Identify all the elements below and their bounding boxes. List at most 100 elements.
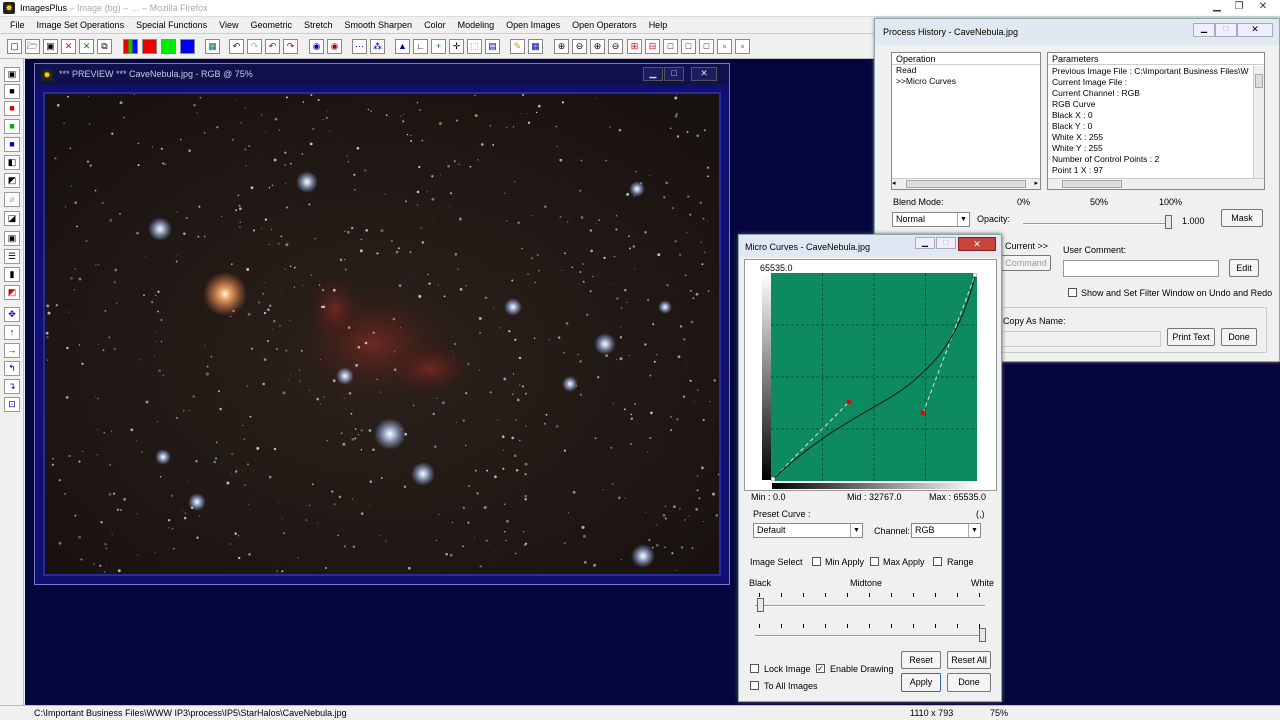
menu-stretch[interactable]: Stretch xyxy=(298,20,339,30)
lock-image-checkbox[interactable] xyxy=(750,664,759,673)
mask-button[interactable]: Mask xyxy=(1221,209,1263,227)
black-point-slider-track[interactable] xyxy=(755,605,985,607)
redo-all-icon[interactable]: ↷ xyxy=(283,39,298,54)
bar-tool-icon[interactable]: ▮ xyxy=(4,267,20,282)
info-tool-icon[interactable]: ⊡ xyxy=(4,397,20,412)
crosshair-icon[interactable]: ✛ xyxy=(449,39,464,54)
move-icon[interactable]: ✥ xyxy=(4,307,20,322)
apply-button[interactable]: Apply xyxy=(901,673,941,692)
menu-special-functions[interactable]: Special Functions xyxy=(130,20,213,30)
selection-icon[interactable]: ▣ xyxy=(4,231,20,246)
channel-select[interactable]: RGB ▼ xyxy=(911,523,981,538)
arrow-right-icon[interactable]: → xyxy=(4,343,20,358)
frame-4-icon[interactable]: ▫ xyxy=(717,39,732,54)
opacity-slider-thumb[interactable] xyxy=(1165,215,1172,229)
curve-graph[interactable] xyxy=(770,272,978,482)
parameters-vscrollbar[interactable] xyxy=(1253,66,1264,178)
opacity-slider-track[interactable] xyxy=(1023,223,1169,225)
preview-minimize-icon[interactable]: ▁ xyxy=(643,67,663,81)
dotted-box-icon[interactable]: ⬚ xyxy=(467,39,482,54)
nebula-image[interactable] xyxy=(43,92,721,576)
zoom-fit-icon[interactable]: ⊕ xyxy=(590,39,605,54)
menu-open-operators[interactable]: Open Operators xyxy=(566,20,643,30)
max-apply-checkbox[interactable] xyxy=(870,557,879,566)
decrease-icon[interactable]: ⊟ xyxy=(645,39,660,54)
preview-title-bar[interactable]: ✸ *** PREVIEW *** CaveNebula.jpg - RGB @… xyxy=(35,64,729,86)
preview-window[interactable]: ✸ *** PREVIEW *** CaveNebula.jpg - RGB @… xyxy=(34,63,730,585)
pencil-icon[interactable]: ✎ xyxy=(510,39,525,54)
menu-geometric[interactable]: Geometric xyxy=(244,20,298,30)
table-icon[interactable]: ▦ xyxy=(528,39,543,54)
curves-close-icon[interactable]: ✕ xyxy=(958,237,996,251)
zoom-actual-icon[interactable]: ⊖ xyxy=(608,39,623,54)
frame-5-icon[interactable]: ▫ xyxy=(735,39,750,54)
redo-disabled-icon[interactable]: ↷ xyxy=(247,39,262,54)
show-filter-checkbox[interactable] xyxy=(1068,288,1077,297)
preset-curve-select[interactable]: Default ▼ xyxy=(753,523,863,538)
reset-button[interactable]: Reset xyxy=(901,651,941,669)
min-apply-checkbox[interactable] xyxy=(812,557,821,566)
parameters-hscrollbar[interactable] xyxy=(1048,178,1264,189)
arrow-up-icon[interactable]: ↑ xyxy=(4,325,20,340)
gradient-icon[interactable]: ◪ xyxy=(4,211,20,226)
menu-open-images[interactable]: Open Images xyxy=(500,20,566,30)
red-mask-icon[interactable]: ■ xyxy=(4,101,20,116)
grid-icon[interactable]: ▦ xyxy=(205,39,220,54)
frame-3-icon[interactable]: □ xyxy=(699,39,714,54)
layer-mask-2-icon[interactable]: ◩ xyxy=(4,173,20,188)
axis-icon[interactable]: ∟ xyxy=(413,39,428,54)
enable-drawing-checkbox[interactable]: ✓ xyxy=(816,664,825,673)
zoom-in-icon[interactable]: ⊕ xyxy=(554,39,569,54)
menu-color[interactable]: Color xyxy=(418,20,452,30)
zoom-out-icon[interactable]: ⊖ xyxy=(572,39,587,54)
preview-maximize-icon[interactable]: □ xyxy=(664,67,684,81)
photo-icon[interactable]: ▤ xyxy=(485,39,500,54)
layer-mask-icon[interactable]: ◧ xyxy=(4,155,20,170)
list-tool-icon[interactable]: ☰ xyxy=(4,249,20,264)
white-point-slider-thumb[interactable] xyxy=(979,628,986,642)
micro-curves-window[interactable]: Micro Curves - CaveNebula.jpg ▁ □ ✕ 6553… xyxy=(738,234,1002,702)
menu-help[interactable]: Help xyxy=(643,20,674,30)
menu-view[interactable]: View xyxy=(213,20,244,30)
black-square-icon[interactable]: ■ xyxy=(4,84,20,99)
curves-title-bar[interactable]: Micro Curves - CaveNebula.jpg ▁ □ ✕ xyxy=(739,235,1001,257)
black-point-slider-thumb[interactable] xyxy=(757,598,764,612)
gray-tool-icon[interactable]: ⌀ xyxy=(4,192,20,207)
operation-hscrollbar[interactable]: ◂ ▸ xyxy=(892,178,1040,189)
red-tool-icon[interactable]: ◩ xyxy=(4,285,20,300)
minimize-icon[interactable]: ▁ xyxy=(1206,0,1228,15)
pointer-icon[interactable]: ⁂ xyxy=(370,39,385,54)
save-tool-icon[interactable]: ▣ xyxy=(4,67,20,82)
red-channel-icon[interactable] xyxy=(142,39,157,54)
command-button[interactable]: Command xyxy=(1001,255,1051,271)
restore-icon[interactable]: ❐ xyxy=(1228,0,1250,15)
list-item[interactable]: Read xyxy=(892,65,1040,76)
list-item[interactable]: >>Micro Curves xyxy=(892,76,1040,87)
rotate-left-icon[interactable]: ↰ xyxy=(4,361,20,376)
print-text-button[interactable]: Print Text xyxy=(1167,328,1215,346)
menu-file[interactable]: File xyxy=(4,20,31,30)
frame-2-icon[interactable]: □ xyxy=(681,39,696,54)
menu-image-set-operations[interactable]: Image Set Operations xyxy=(31,20,131,30)
blue-channel-icon[interactable] xyxy=(180,39,195,54)
history-close-icon[interactable]: ✕ xyxy=(1237,23,1273,37)
operation-list[interactable]: Operation Read >>Micro Curves ◂ ▸ xyxy=(891,52,1041,190)
record-blue-icon[interactable]: ◉ xyxy=(309,39,324,54)
undo-all-icon[interactable]: ↶ xyxy=(265,39,280,54)
undo-icon[interactable]: ↶ xyxy=(229,39,244,54)
frame-1-icon[interactable]: □ xyxy=(663,39,678,54)
record-red-icon[interactable]: ◉ xyxy=(327,39,342,54)
blend-mode-select[interactable]: Normal ▼ xyxy=(892,212,970,227)
close-all-icon[interactable]: ✕ xyxy=(79,39,94,54)
menu-modeling[interactable]: Modeling xyxy=(452,20,501,30)
to-all-images-checkbox[interactable] xyxy=(750,681,759,690)
copy-as-name-input[interactable] xyxy=(1001,331,1161,347)
white-point-slider-track[interactable] xyxy=(755,635,985,637)
dotted-line-icon[interactable]: ⋯ xyxy=(352,39,367,54)
history-done-button[interactable]: Done xyxy=(1221,328,1257,346)
close-icon[interactable]: ✕ xyxy=(1252,0,1274,15)
save-icon[interactable]: ▣ xyxy=(43,39,58,54)
history-minimize-icon[interactable]: ▁ xyxy=(1193,23,1215,37)
copy-icon[interactable]: ⧉ xyxy=(97,39,112,54)
menu-smooth-sharpen[interactable]: Smooth Sharpen xyxy=(339,20,419,30)
